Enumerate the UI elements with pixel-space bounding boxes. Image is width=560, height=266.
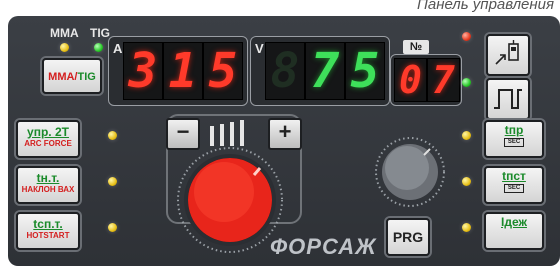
program-digit-1: 0 bbox=[394, 58, 427, 102]
current-digit-3: 5 bbox=[203, 42, 243, 100]
left-button-3-sublabel: HOTSTART bbox=[26, 231, 70, 240]
pulse-led bbox=[462, 78, 471, 87]
left-button-2-sublabel: НАКЛОН ВАХ bbox=[21, 185, 75, 194]
mma-tig-button[interactable]: MMA/TIG bbox=[42, 58, 102, 94]
right-button-2-label: tпст bbox=[502, 169, 526, 183]
right-button-3[interactable]: Iдеж bbox=[484, 212, 544, 250]
caption-text: Панель управления bbox=[416, 0, 554, 13]
tig-led bbox=[94, 43, 103, 52]
left-button-2-label: tн.т. bbox=[36, 171, 60, 185]
scale-bars-icon bbox=[210, 120, 244, 146]
voltage-digit-3: 5 bbox=[345, 42, 385, 100]
left-button-1[interactable]: упр. 2Т ARC FORCE bbox=[16, 120, 80, 158]
current-display: A 3 1 5 bbox=[108, 36, 248, 106]
program-display: 0 7 bbox=[390, 54, 462, 106]
minus-icon: − bbox=[176, 119, 190, 144]
mma-led bbox=[60, 43, 69, 52]
right-led-2 bbox=[462, 177, 471, 186]
left-button-1-label: упр. 2Т bbox=[27, 125, 69, 139]
prg-button[interactable]: PRG bbox=[386, 218, 430, 256]
mma-button-text: MMA/ bbox=[48, 71, 78, 83]
voltage-digit-2: 7 bbox=[305, 42, 345, 100]
current-digit-2: 1 bbox=[163, 42, 203, 100]
left-led-2 bbox=[108, 177, 117, 186]
right-button-2[interactable]: tпст SEC bbox=[484, 166, 544, 204]
right-led-3 bbox=[462, 223, 471, 232]
pulse-mode-button[interactable] bbox=[486, 78, 530, 120]
mma-label: MMA bbox=[50, 26, 79, 40]
left-button-3[interactable]: tсп.т. HOTSTART bbox=[16, 212, 80, 250]
voltage-display: V 8 7 5 bbox=[250, 36, 390, 106]
remote-icon bbox=[495, 40, 519, 65]
secondary-adjustment-knob[interactable] bbox=[374, 136, 446, 208]
pulse-wave-icon bbox=[494, 89, 522, 109]
program-digit-2: 7 bbox=[427, 58, 460, 102]
left-button-3-label: tсп.т. bbox=[33, 217, 63, 231]
left-led-1 bbox=[108, 131, 117, 140]
right-button-1[interactable]: tпр SEC bbox=[484, 120, 544, 158]
tig-button-text: TIG bbox=[77, 71, 96, 83]
right-button-3-label: Iдеж bbox=[501, 215, 527, 229]
brand-logo: ФОРСАЖ bbox=[270, 234, 377, 259]
right-button-1-sec: SEC bbox=[504, 138, 524, 147]
control-panel: MMA TIG MMA/TIG A 3 1 5 V 8 7 5 № 0 7 уп… bbox=[8, 16, 560, 266]
right-button-2-sec: SEC bbox=[504, 184, 524, 193]
current-digit-1: 3 bbox=[123, 42, 163, 100]
left-button-2[interactable]: tн.т. НАКЛОН ВАХ bbox=[16, 166, 80, 204]
remote-led bbox=[462, 32, 471, 41]
voltage-letter: V bbox=[255, 41, 264, 56]
tig-label: TIG bbox=[90, 26, 110, 40]
prg-button-label: PRG bbox=[392, 229, 424, 245]
voltage-digit-1: 8 bbox=[265, 42, 305, 100]
right-button-1-label: tпр bbox=[504, 123, 524, 137]
left-led-3 bbox=[108, 223, 117, 232]
current-letter: A bbox=[113, 41, 123, 56]
right-led-1 bbox=[462, 131, 471, 140]
remote-control-button[interactable] bbox=[486, 34, 530, 76]
plus-icon: + bbox=[278, 119, 292, 144]
program-number-label: № bbox=[403, 40, 429, 54]
left-button-1-sublabel: ARC FORCE bbox=[24, 139, 72, 148]
